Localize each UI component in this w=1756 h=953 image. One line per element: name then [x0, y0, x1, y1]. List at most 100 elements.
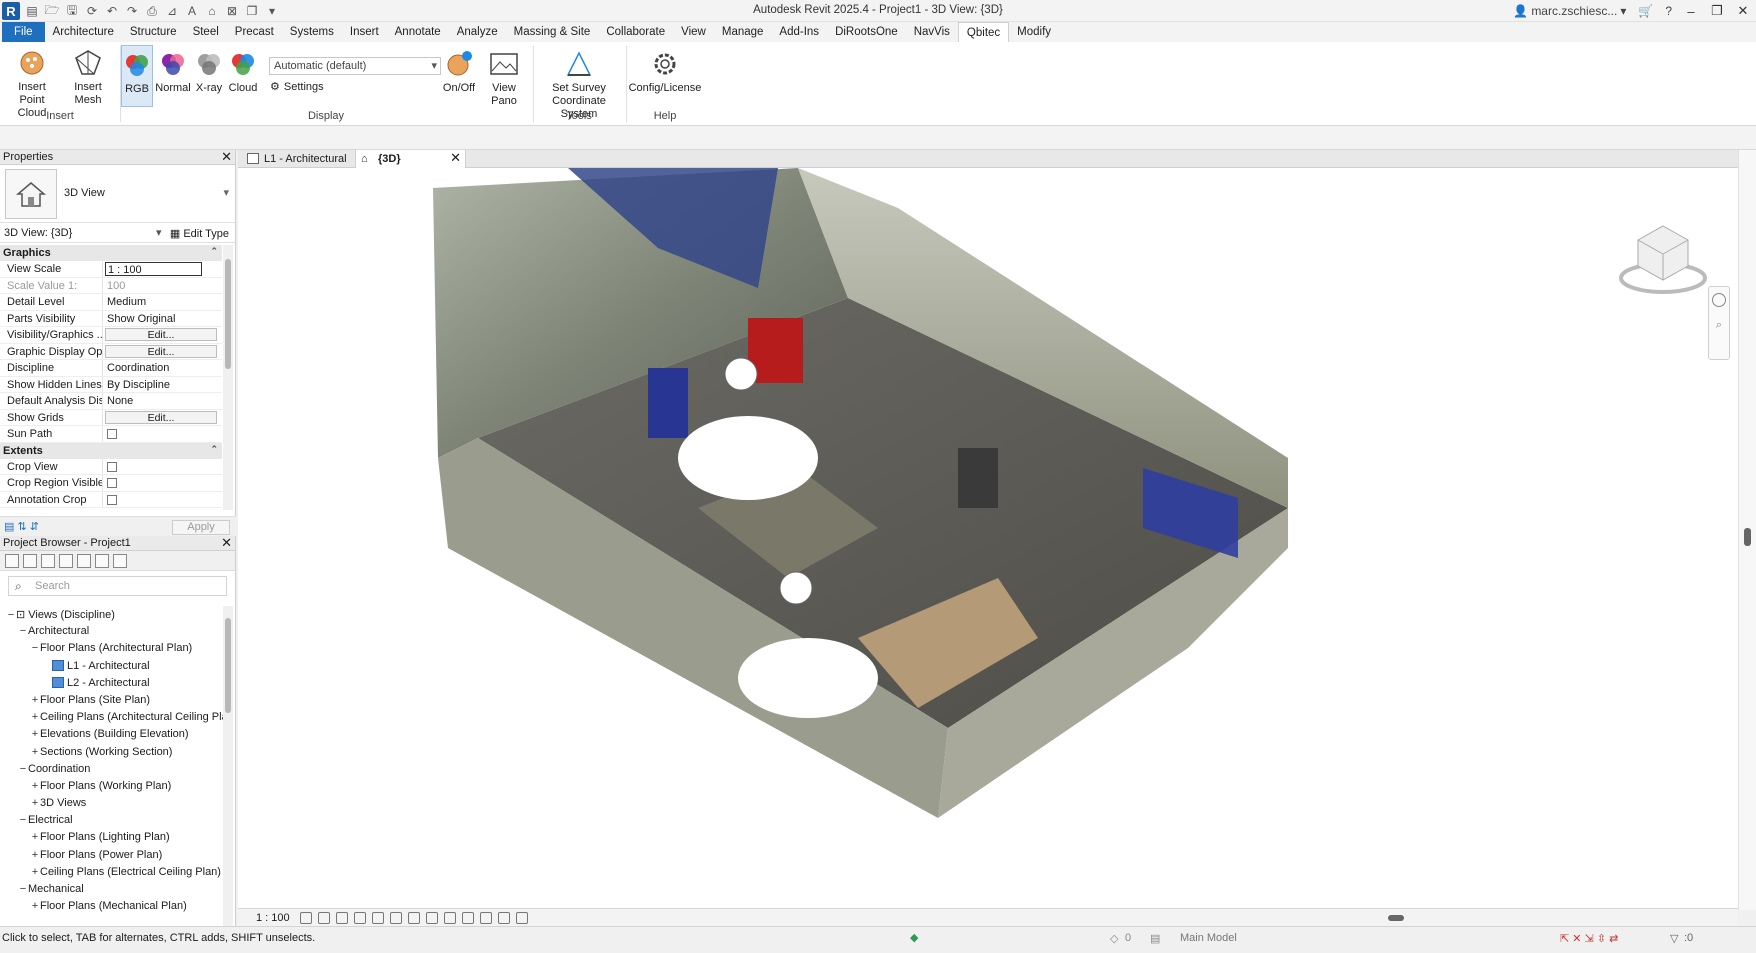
tree-node[interactable]: + Sections (Working Section)	[0, 744, 225, 761]
display-mode-dropdown[interactable]: Automatic (default)	[269, 57, 441, 75]
signin[interactable]: 👤 marc.zschiesc... ▾	[1507, 4, 1632, 18]
tree-node[interactable]: L2 - Architectural	[0, 675, 225, 692]
sheet-icon[interactable]	[59, 553, 73, 568]
reveal-constraints-icon[interactable]	[516, 912, 528, 924]
tree-node[interactable]: + Floor Plans (Mechanical Plan)	[0, 898, 225, 915]
property-value[interactable]: Edit...	[103, 327, 222, 343]
steering-wheel-icon[interactable]	[1712, 293, 1726, 307]
property-row[interactable]: View Scale 1 : 100	[0, 261, 222, 278]
tab-insert[interactable]: Insert	[342, 22, 387, 42]
property-row[interactable]: Show Hidden Lines By Discipline	[0, 376, 222, 393]
edit-button[interactable]: Edit...	[105, 328, 217, 341]
checkbox[interactable]	[107, 429, 117, 439]
tab-steel[interactable]: Steel	[185, 22, 227, 42]
property-row[interactable]: Discipline Coordination	[0, 360, 222, 377]
shadows-icon[interactable]	[354, 912, 366, 924]
help-icon[interactable]: ?	[1659, 4, 1678, 18]
worksharing-icon[interactable]	[462, 912, 474, 924]
analytical-model-icon[interactable]	[480, 912, 492, 924]
tab-massing-site[interactable]: Massing & Site	[506, 22, 599, 42]
property-value[interactable]: Edit...	[103, 410, 222, 426]
active-model[interactable]: Main Model	[1180, 932, 1237, 944]
design-options-icon[interactable]: ◇	[1110, 932, 1118, 945]
tab-collaborate[interactable]: Collaborate	[598, 22, 673, 42]
property-row[interactable]: Parts Visibility Show Original	[0, 310, 222, 327]
property-value[interactable]: Coordination	[103, 360, 222, 376]
edit-button[interactable]: Edit...	[105, 410, 217, 424]
vertical-scrollbar[interactable]	[1738, 150, 1756, 910]
scroll-thumb[interactable]	[225, 618, 231, 713]
schedule-icon[interactable]	[41, 553, 55, 568]
close-button[interactable]: ✕	[1730, 3, 1756, 19]
properties-scrollbar[interactable]	[223, 245, 233, 510]
tab-structure[interactable]: Structure	[122, 22, 185, 42]
detail-level-icon[interactable]	[300, 912, 312, 924]
tree-node[interactable]: − Coordination	[0, 761, 225, 778]
tab-l1-architectural[interactable]: L1 - Architectural	[242, 150, 356, 168]
crop-view-icon[interactable]	[372, 912, 384, 924]
browser-search-input[interactable]: ⌕ Search	[8, 576, 227, 596]
highlight-displacement-icon[interactable]	[498, 912, 510, 924]
point-cloud-view[interactable]	[238, 168, 1738, 908]
normal-button[interactable]: Normal	[155, 45, 191, 107]
tab-view[interactable]: View	[673, 22, 714, 42]
view-cube[interactable]	[1618, 220, 1708, 296]
tab-architecture[interactable]: Architecture	[45, 22, 122, 42]
tab-file[interactable]: File	[2, 22, 45, 42]
property-value[interactable]: Show Original	[103, 311, 222, 327]
type-selector[interactable]: 3D View ▾	[0, 165, 235, 223]
property-row[interactable]: Crop Region Visible	[0, 475, 222, 492]
tab-precast[interactable]: Precast	[227, 22, 282, 42]
tab-3d[interactable]: ⌂ {3D} ✕	[356, 150, 466, 168]
tab-navvis[interactable]: NavVis	[906, 22, 958, 42]
property-row[interactable]: Sun Path	[0, 426, 222, 443]
expand-icon[interactable]: +	[30, 728, 40, 740]
expand-icon[interactable]: +	[30, 780, 40, 792]
lock-view-icon[interactable]	[408, 912, 420, 924]
checkbox[interactable]	[107, 461, 117, 472]
selection-toggles-icons[interactable]: ⇱ ✕ ⇲ ⇳ ⇄	[1560, 932, 1618, 945]
cart-icon[interactable]: 🛒	[1632, 4, 1659, 18]
expand-icon[interactable]: +	[30, 797, 40, 809]
group-extents[interactable]: Extents ⌃	[0, 442, 222, 459]
property-row[interactable]: Crop View	[0, 458, 222, 475]
property-checkbox[interactable]	[103, 426, 222, 442]
close-icon[interactable]: ✕	[221, 535, 232, 551]
checkbox[interactable]	[107, 494, 117, 505]
property-value[interactable]: Medium	[103, 294, 222, 310]
tree-node[interactable]: − Floor Plans (Architectural Plan)	[0, 640, 225, 657]
expand-icon[interactable]: +	[30, 831, 40, 843]
expand-icon[interactable]: +	[30, 694, 40, 706]
cloud-button[interactable]: Cloud	[226, 45, 260, 107]
tree-node[interactable]: + Ceiling Plans (Architectural Ceiling Pl…	[0, 709, 228, 726]
scan-position-marker[interactable]	[779, 571, 813, 605]
property-row[interactable]: Annotation Crop	[0, 491, 222, 508]
apply-button[interactable]: Apply	[172, 520, 230, 535]
scroll-thumb[interactable]	[225, 259, 231, 369]
property-row[interactable]: Detail Level Medium	[0, 294, 222, 311]
onoff-button[interactable]: On/Off	[440, 45, 478, 107]
maximize-button[interactable]: ❐	[1704, 3, 1730, 19]
navigation-bar[interactable]: ⌕	[1708, 286, 1730, 360]
tab-add-ins[interactable]: Add-Ins	[771, 22, 827, 42]
edit-type-button[interactable]: ▦ Edit Type	[170, 227, 229, 240]
tree-node[interactable]: − Mechanical	[0, 881, 225, 898]
property-row[interactable]: Default Analysis Dis... None	[0, 393, 222, 410]
view-scale[interactable]: 1 : 100	[256, 912, 290, 924]
sun-path-icon[interactable]	[336, 912, 348, 924]
collapse-icon[interactable]: −	[6, 609, 16, 621]
link-icon[interactable]	[113, 553, 127, 568]
insert-point-cloud-button[interactable]: Insert Point Cloud	[4, 44, 60, 119]
expand-icon[interactable]: +	[30, 866, 40, 878]
family-icon[interactable]	[77, 553, 91, 568]
collapse-icon[interactable]: ⌃	[210, 444, 218, 455]
collapse-icon[interactable]: −	[18, 625, 28, 637]
scroll-thumb[interactable]	[1388, 915, 1404, 921]
scroll-thumb[interactable]	[1744, 528, 1751, 546]
group-graphics[interactable]: Graphics ⌃	[0, 245, 222, 261]
tab-qbitec[interactable]: Qbitec	[957, 21, 1010, 43]
zoom-icon[interactable]: ⌕	[1713, 319, 1725, 331]
home-icon[interactable]	[5, 553, 19, 568]
property-value[interactable]: 100	[103, 278, 222, 294]
tree-node[interactable]: + Elevations (Building Elevation)	[0, 726, 225, 743]
